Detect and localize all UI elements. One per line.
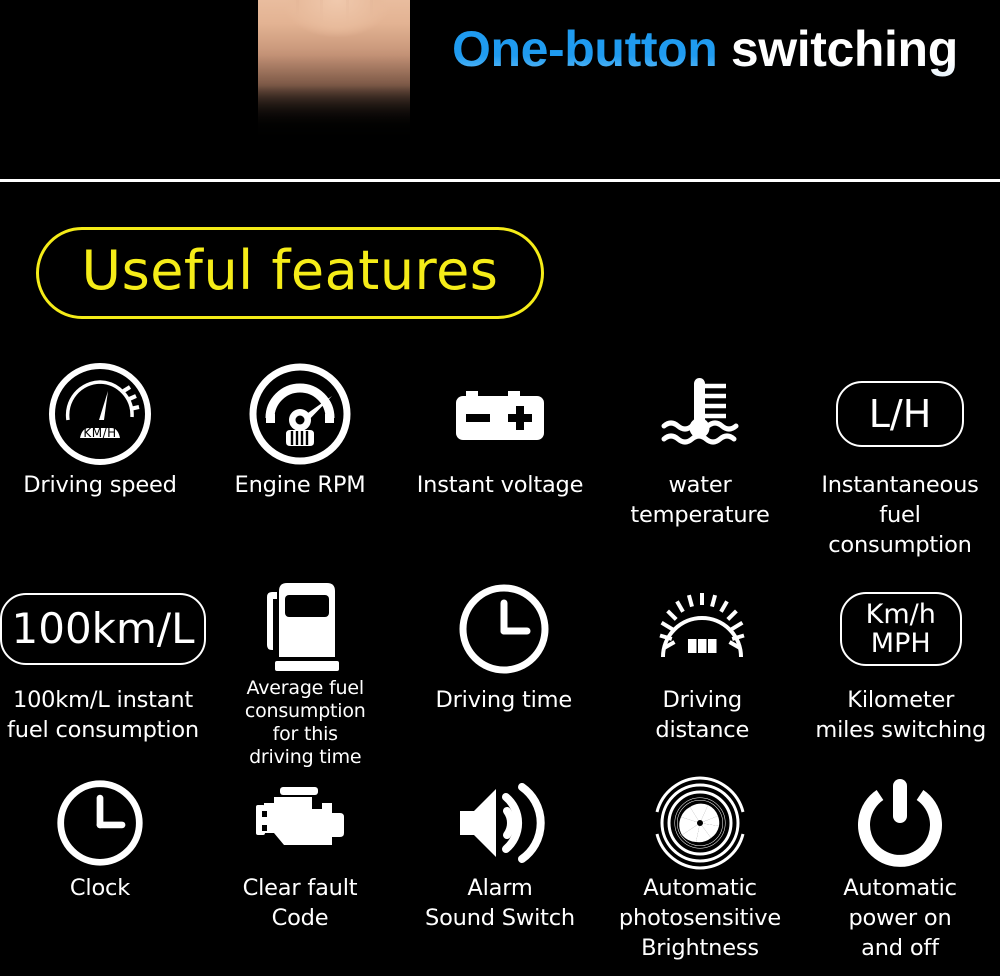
header-title-accent: One-button <box>452 21 718 77</box>
camera-aperture-icon <box>655 776 745 870</box>
kmh-badge-line1: Km/h <box>865 599 936 630</box>
feature-automatic-power-on-off[interactable]: Automatic power on and off <box>800 775 1000 963</box>
feature-clear-fault-code[interactable]: Clear fault Code <box>200 775 400 933</box>
car-battery-icon <box>456 391 544 440</box>
feature-water-temperature[interactable]: water temperature <box>600 360 800 530</box>
feature-label: Clock <box>69 875 131 901</box>
feature-driving-time[interactable]: Driving time <box>405 575 604 715</box>
useful-features-heading-label: Useful features <box>81 239 499 302</box>
feature-label: Automatic power on and off <box>843 875 957 961</box>
feature-clock[interactable]: Clock <box>0 775 200 903</box>
odometer-icon <box>659 593 745 658</box>
feature-label: Engine RPM <box>234 472 366 498</box>
feature-label: Driving speed <box>23 472 177 498</box>
header-title-plain: switching <box>717 21 958 77</box>
tachometer-rpm-icon <box>249 363 351 465</box>
header-title: One-button switching <box>452 24 958 74</box>
feature-label: Automatic photosensitive Brightness <box>618 875 782 961</box>
feature-100km-instant-fuel[interactable]: 100km/L 100km/L instant fuel consumption <box>0 575 206 745</box>
feature-automatic-photosensitive-brightness[interactable]: Automatic photosensitive Brightness <box>600 775 800 963</box>
speedometer-kmh-icon: KM/H <box>49 363 151 465</box>
clock-icon <box>57 780 143 866</box>
feature-driving-speed[interactable]: KM/H Driving speed <box>0 360 200 500</box>
feature-label: Clear fault Code <box>242 875 358 931</box>
feature-label: Kilometer miles switching <box>815 687 987 743</box>
feature-label: Instant voltage <box>416 472 584 498</box>
fuel-pump-icon <box>267 583 340 671</box>
kmh-mph-badge-icon: Km/h MPH <box>839 592 962 666</box>
l-per-h-badge-text: L/H <box>868 392 932 436</box>
header-banner: One-button switching <box>0 0 1000 179</box>
hundred-km-per-l-badge-icon: 100km/L <box>0 593 206 665</box>
feature-instantaneous-fuel-consumption[interactable]: L/H Instantaneous fuel consumption <box>800 360 1000 560</box>
power-icon <box>858 779 942 867</box>
svg-text:KM/H: KM/H <box>83 426 116 440</box>
product-feature-page: One-button switching Useful features KM/… <box>0 0 1000 976</box>
l-per-h-badge-icon: L/H <box>836 381 964 447</box>
speaker-volume-icon <box>460 783 545 863</box>
pointing-hand-photo <box>238 0 430 156</box>
engine-check-icon <box>256 787 344 845</box>
feature-driving-distance[interactable]: Driving distance <box>603 575 802 745</box>
feature-alarm-sound-switch[interactable]: Alarm Sound Switch <box>400 775 600 933</box>
section-divider <box>0 179 1000 182</box>
feature-engine-rpm[interactable]: Engine RPM <box>200 360 400 500</box>
feature-kilometer-miles-switching[interactable]: Km/h MPH Kilometer miles switching <box>802 575 1000 745</box>
feature-label: Driving time <box>435 687 573 713</box>
clock-icon <box>459 584 549 674</box>
feature-label: 100km/L instant fuel consumption <box>7 687 199 743</box>
feature-average-fuel-consumption[interactable]: Average fuel consumption for this drivin… <box>206 575 405 769</box>
kmh-badge-line2: MPH <box>870 628 931 659</box>
feature-label: Driving distance <box>655 687 750 743</box>
feature-row-3: Clock Clear fault Code Alarm Sound Switc… <box>0 775 1000 963</box>
feature-label: Average fuel consumption for this drivin… <box>244 677 366 768</box>
feature-label: Alarm Sound Switch <box>425 875 575 931</box>
feature-row-1: KM/H Driving speed Engine RPM Instant vo… <box>0 360 1000 560</box>
feature-label: Instantaneous fuel consumption <box>821 472 979 558</box>
useful-features-heading: Useful features <box>36 227 544 319</box>
coolant-temperature-icon <box>661 378 739 445</box>
feature-label: water temperature <box>630 472 770 528</box>
feature-instant-voltage[interactable]: Instant voltage <box>400 360 600 500</box>
feature-row-2: 100km/L 100km/L instant fuel consumption… <box>0 575 1000 769</box>
hundred-km-badge-text: 100km/L <box>11 604 195 653</box>
